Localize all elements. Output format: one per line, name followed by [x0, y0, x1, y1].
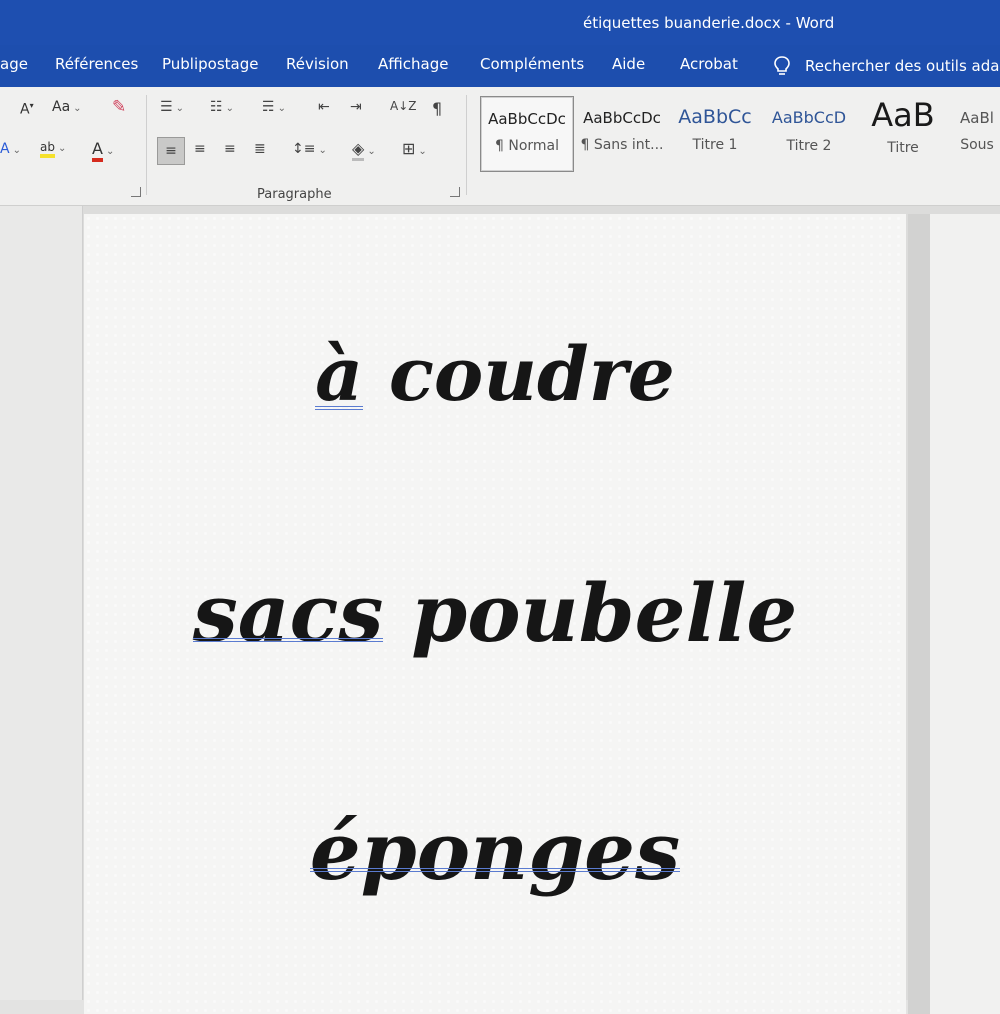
align-center-button[interactable]: ≡: [194, 141, 206, 157]
style-name: Titre: [887, 140, 919, 156]
search-text: Rechercher des outils adapt: [805, 57, 1000, 75]
tab-complements[interactable]: Compléments: [480, 55, 584, 73]
text-effects-button[interactable]: A ⌄: [0, 141, 21, 157]
sort-icon: A↓Z: [390, 99, 417, 113]
tab-aide[interactable]: Aide: [612, 55, 645, 73]
word-text: sacs: [192, 566, 384, 660]
word-a: à: [315, 332, 364, 418]
style-preview: AaBbCc: [678, 106, 752, 128]
show-formatting-button[interactable]: ¶: [432, 99, 442, 118]
align-left-icon: ≡: [165, 143, 177, 159]
style-name: Sous: [960, 137, 994, 153]
paragraph-group-label: Paragraphe: [257, 187, 332, 202]
highlighter-icon: ab: [40, 140, 55, 158]
spelling-underline: [315, 406, 364, 410]
tab-references[interactable]: Références: [55, 55, 138, 73]
font-color-button[interactable]: A ⌄: [92, 139, 114, 162]
borders-button[interactable]: ⊞ ⌄: [402, 139, 427, 158]
style-preview: AaB: [871, 96, 935, 134]
label-line-2: sacs poubelle: [84, 566, 906, 660]
search-box[interactable]: Rechercher des outils adapt: [773, 55, 1000, 77]
label-line-3: éponges: [84, 804, 906, 898]
borders-icon: ⊞: [402, 139, 416, 158]
style-name: Titre 1: [692, 137, 738, 153]
paint-bucket-icon: ◈: [352, 139, 365, 161]
spelling-underline: [309, 868, 681, 872]
lightbulb-icon: [774, 56, 790, 75]
style-titre-2[interactable]: AaBbCcD Titre 2: [766, 96, 852, 170]
next-page: [930, 214, 1000, 1014]
tab-publipostage[interactable]: Publipostage: [162, 55, 258, 73]
word-poubelle: poubelle: [411, 566, 797, 660]
decrease-indent-icon: ⇤: [318, 99, 330, 115]
ribbon-tab-bar: age Références Publipostage Révision Aff…: [0, 45, 1000, 87]
style-sans-interligne[interactable]: AaBbCcDc ¶ Sans int...: [576, 96, 668, 170]
word-eponges: éponges: [309, 804, 681, 898]
shrink-font-button[interactable]: A▾: [20, 101, 34, 118]
pilcrow-icon: ¶: [432, 99, 443, 118]
align-center-icon: ≡: [194, 141, 206, 157]
styles-gallery: AaBbCcDc ¶ Normal AaBbCcDc ¶ Sans int...…: [476, 94, 1000, 174]
line-spacing-button[interactable]: ↕≡ ⌄: [292, 141, 327, 157]
word-text: poubelle: [411, 566, 798, 660]
style-preview: AaBbCcDc: [488, 110, 566, 128]
style-preview: AaBbCcD: [771, 108, 847, 127]
document-area: à coudre sacs poubelle éponges: [0, 206, 1000, 1014]
line-spacing-icon: ↕≡: [292, 141, 316, 157]
spelling-underline: [192, 638, 384, 642]
group-separator: [146, 95, 147, 195]
ribbon: A▾ Aa ⌄ ✎ A ⌄ ab ⌄ A ⌄ ☰ ⌄ ☷ ⌄ ☴ ⌄ ⇤ ⇥ A↓Z ¶ ≡ …: [0, 87, 1000, 206]
tab-affichage[interactable]: Affichage: [378, 55, 448, 73]
change-case-button[interactable]: Aa ⌄: [52, 99, 82, 115]
window-title: étiquettes buanderie.docx - Word: [583, 14, 835, 32]
word-text: éponges: [309, 804, 681, 898]
label-line-1: à coudre: [84, 332, 906, 418]
bullets-button[interactable]: ☰ ⌄: [160, 99, 184, 115]
bullet-list-icon: ☰: [160, 99, 173, 115]
increase-indent-icon: ⇥: [350, 99, 362, 115]
style-name: ¶ Normal: [494, 138, 559, 154]
sort-button[interactable]: A↓Z: [390, 99, 416, 113]
paragraph-dialog-launcher[interactable]: [450, 187, 460, 197]
style-preview: AaBbCcDc: [583, 109, 661, 127]
word-text: coudre: [388, 332, 675, 418]
word-coudre: coudre: [389, 332, 675, 418]
highlight-button[interactable]: ab ⌄: [40, 139, 66, 158]
shading-button[interactable]: ◈ ⌄: [352, 139, 376, 161]
style-name: Titre 2: [786, 138, 832, 154]
increase-indent-button[interactable]: ⇥: [350, 99, 362, 115]
vertical-ruler: [0, 206, 83, 1000]
style-normal[interactable]: AaBbCcDc ¶ Normal: [480, 96, 574, 172]
tab-acrobat[interactable]: Acrobat: [680, 55, 738, 73]
text-effects-icon: A: [0, 141, 10, 157]
justify-button[interactable]: ≣: [254, 141, 266, 157]
multilevel-list-button[interactable]: ☴ ⌄: [262, 99, 286, 115]
align-left-button[interactable]: ≡: [157, 137, 185, 165]
style-preview: AaBl: [960, 109, 994, 127]
font-dialog-launcher[interactable]: [131, 187, 141, 197]
document-page[interactable]: à coudre sacs poubelle éponges: [84, 214, 906, 1014]
style-sous-titre[interactable]: AaBl Sous: [954, 96, 1000, 170]
eraser-icon: ✎: [112, 97, 127, 117]
word-sacs: sacs: [192, 566, 384, 660]
style-titre-1[interactable]: AaBbCc Titre 1: [672, 96, 758, 170]
shrink-font-icon: A: [20, 101, 30, 118]
change-case-icon: Aa: [52, 99, 71, 115]
numbering-button[interactable]: ☷ ⌄: [210, 99, 234, 115]
align-right-icon: ≡: [224, 141, 236, 157]
justify-icon: ≣: [254, 141, 266, 157]
style-titre[interactable]: AaB Titre: [860, 96, 946, 170]
page-gap: [908, 214, 930, 1014]
tab-revision[interactable]: Révision: [286, 55, 349, 73]
numbered-list-icon: ☷: [210, 99, 223, 115]
tab-mise-en-page[interactable]: age: [0, 55, 28, 73]
multilevel-list-icon: ☴: [262, 99, 275, 115]
group-separator: [466, 95, 467, 195]
align-right-button[interactable]: ≡: [224, 141, 236, 157]
title-bar: étiquettes buanderie.docx - Word: [0, 0, 1000, 45]
decrease-indent-button[interactable]: ⇤: [318, 99, 330, 115]
font-color-icon: A: [92, 139, 103, 162]
clear-formatting-button[interactable]: ✎: [112, 97, 126, 117]
style-name: ¶ Sans int...: [580, 137, 664, 153]
